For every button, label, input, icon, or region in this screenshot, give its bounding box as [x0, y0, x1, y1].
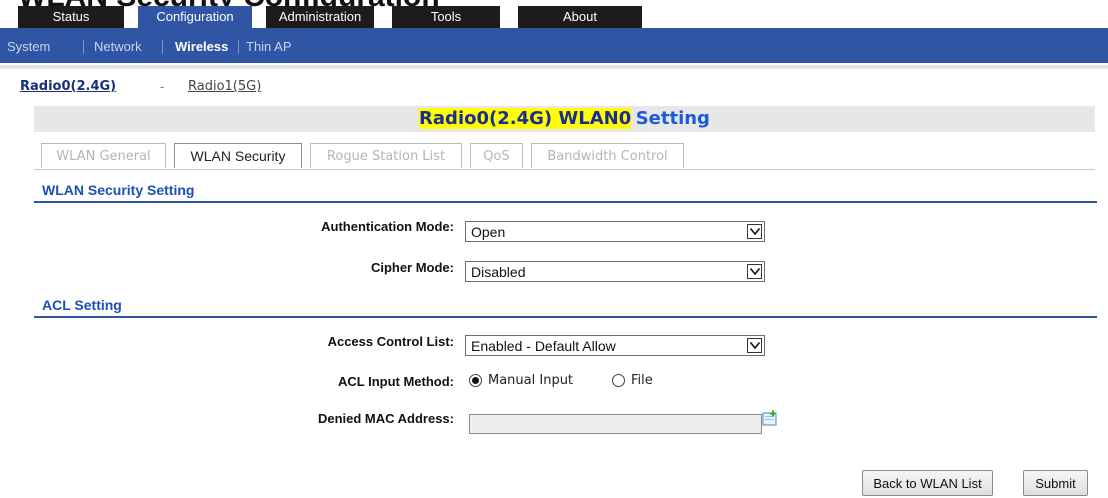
subnav-thin-ap[interactable]: Thin AP — [246, 36, 292, 63]
tab-configuration[interactable]: Configuration — [138, 6, 252, 28]
tab-status[interactable]: Status — [18, 6, 124, 28]
chevron-down-icon — [747, 224, 762, 239]
top-nav-underline — [0, 28, 1108, 36]
tab-about[interactable]: About — [518, 6, 642, 28]
denied-mac-label: Denied MAC Address: — [317, 411, 454, 426]
subnav-network[interactable]: Network — [94, 36, 142, 63]
page-title-rest: Setting — [635, 108, 710, 129]
tab-rogue-station-list[interactable]: Rogue Station List — [310, 143, 462, 168]
header-divider — [0, 65, 1108, 69]
auth-mode-label: Authentication Mode: — [321, 219, 454, 234]
section-rule — [34, 316, 1097, 318]
radio1-link[interactable]: Radio1(5G) — [188, 79, 261, 94]
manual-input-radio[interactable] — [469, 374, 482, 387]
tab-wlan-security[interactable]: WLAN Security — [174, 143, 302, 168]
subtab-baseline — [34, 169, 1095, 170]
section-rule — [34, 201, 1097, 203]
sub-navigation: System Network Wireless Thin AP — [0, 36, 1108, 63]
manual-input-label: Manual Input — [488, 373, 574, 388]
tab-administration[interactable]: Administration — [266, 6, 374, 28]
subnav-divider — [162, 40, 163, 54]
radio0-link[interactable]: Radio0(2.4G) — [20, 79, 116, 94]
file-radio[interactable] — [612, 374, 625, 387]
add-entry-icon[interactable] — [762, 410, 778, 426]
acl-list-select[interactable]: Enabled - Default Allow — [465, 335, 765, 356]
denied-mac-input[interactable] — [469, 414, 762, 434]
submit-button[interactable]: Submit — [1023, 470, 1088, 496]
cipher-mode-value: Disabled — [471, 264, 526, 280]
tab-qos[interactable]: QoS — [470, 143, 523, 168]
tab-bandwidth-control[interactable]: Bandwidth Control — [531, 143, 684, 168]
radio-separator: - — [160, 79, 165, 94]
acl-setting-heading: ACL Setting — [42, 297, 122, 313]
subnav-divider — [83, 40, 84, 54]
tab-wlan-general[interactable]: WLAN General — [41, 143, 166, 168]
chevron-down-icon — [747, 264, 762, 279]
page-title-bar: Radio0(2.4G) WLAN0 Setting — [34, 106, 1095, 132]
wlan-security-heading: WLAN Security Setting — [42, 182, 195, 198]
cipher-mode-select[interactable]: Disabled — [465, 261, 765, 282]
file-label: File — [631, 373, 653, 388]
acl-method-label: ACL Input Method: — [337, 374, 454, 389]
top-navigation: WLAN Security Configuration Status Confi… — [0, 0, 1108, 36]
back-to-wlan-list-button[interactable]: Back to WLAN List — [862, 470, 993, 496]
subnav-system[interactable]: System — [7, 36, 50, 63]
auth-mode-select[interactable]: Open — [465, 221, 765, 242]
page-title-highlight: Radio0(2.4G) WLAN0 — [419, 108, 632, 129]
acl-list-value: Enabled - Default Allow — [471, 338, 616, 354]
subnav-wireless[interactable]: Wireless — [175, 36, 228, 63]
subnav-divider — [238, 40, 239, 54]
cipher-mode-label: Cipher Mode: — [370, 260, 454, 275]
auth-mode-value: Open — [471, 224, 506, 240]
chevron-down-icon — [747, 338, 762, 353]
acl-list-label: Access Control List: — [327, 334, 454, 349]
tab-tools[interactable]: Tools — [392, 6, 500, 28]
